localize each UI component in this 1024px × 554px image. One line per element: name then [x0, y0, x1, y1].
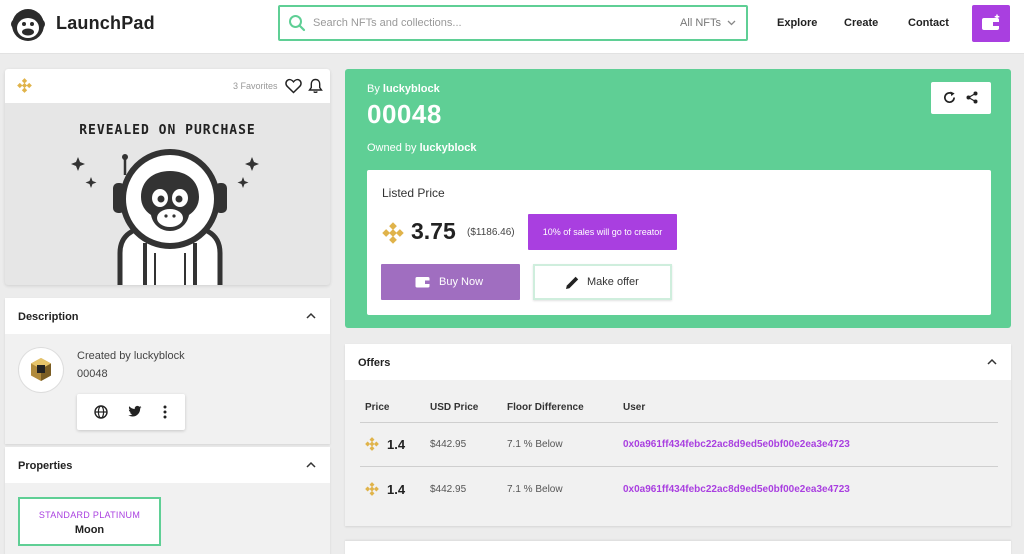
offer-user-link[interactable]: 0x0a961ff434febc22ac8d9ed5e0bf00e2ea3e47…	[623, 484, 850, 495]
connect-wallet-button[interactable]	[972, 5, 1010, 42]
nav-create[interactable]: Create	[844, 17, 878, 29]
royalty-badge: 10% of sales will go to creator	[528, 214, 677, 250]
offers-header[interactable]: Offers	[345, 344, 1011, 380]
property-chip[interactable]: STANDARD PLATINUM Moon	[18, 497, 161, 546]
nft-media-card: 3 Favorites REVEALED ON PURCHASE	[5, 69, 330, 285]
created-by-text: Created by luckyblock	[77, 350, 185, 362]
chevron-up-icon[interactable]	[987, 358, 997, 365]
offers-title: Offers	[358, 357, 391, 369]
offer-floor-difference: 7.1 % Below	[507, 484, 563, 495]
column-price: Price	[365, 402, 390, 413]
share-icon[interactable]	[966, 91, 978, 104]
token-name: 00048	[367, 99, 442, 129]
column-usd-price: USD Price	[430, 402, 479, 413]
column-user: User	[623, 402, 646, 413]
wallet-plus-icon	[982, 14, 1000, 30]
listed-price-usd: ($1186.46)	[467, 227, 515, 238]
refresh-icon[interactable]	[943, 91, 956, 104]
search-icon	[289, 15, 306, 32]
media-toolbar: 3 Favorites	[5, 69, 330, 103]
nft-filter-select[interactable]: All NFTs	[680, 17, 736, 29]
twitter-icon[interactable]	[128, 405, 142, 418]
make-offer-button[interactable]: Make offer	[533, 264, 672, 300]
table-divider	[360, 422, 998, 423]
search-input[interactable]: Search NFTs and collections...	[313, 17, 462, 29]
description-title: Description	[18, 311, 79, 323]
by-prefix: By	[367, 83, 380, 95]
description-panel: Description Created by luckyblock 00048	[5, 298, 330, 444]
offer-user-link[interactable]: 0x0a961ff434febc22ac8d9ed5e0bf00e2ea3e47…	[623, 439, 850, 450]
offer-floor-difference: 7.1 % Below	[507, 439, 563, 450]
offers-panel: Offers Price USD Price Floor Difference …	[345, 344, 1011, 526]
globe-icon[interactable]	[94, 405, 108, 419]
creator-link[interactable]: luckyblock	[383, 83, 440, 95]
properties-panel: Properties STANDARD PLATINUM Moon	[5, 447, 330, 554]
reveal-notice: REVEALED ON PURCHASE	[79, 123, 256, 138]
heart-icon[interactable]	[285, 78, 302, 94]
property-type: STANDARD PLATINUM	[38, 510, 141, 520]
nav-contact[interactable]: Contact	[908, 17, 949, 29]
owner-link[interactable]: luckyblock	[420, 142, 477, 154]
search-bar[interactable]: Search NFTs and collections... All NFTs	[278, 5, 748, 41]
offer-price: 1.4	[387, 482, 406, 497]
item-hero: By luckyblock 00048 Owned by luckyblock …	[345, 69, 1011, 328]
creator-line: By luckyblock	[367, 83, 440, 95]
chevron-up-icon[interactable]	[306, 461, 316, 468]
monkey-logo-icon[interactable]	[10, 7, 46, 43]
bnb-icon	[365, 437, 379, 451]
listing-card: Listed Price 3.75 ($1186.46) 10% of sale…	[367, 170, 991, 315]
wallet-icon	[415, 277, 430, 288]
social-links	[77, 394, 185, 430]
chevron-up-icon[interactable]	[306, 312, 316, 319]
buy-now-label: Buy Now	[439, 276, 484, 288]
offer-usd: $442.95	[430, 484, 467, 495]
nft-filter-label: All NFTs	[680, 17, 721, 29]
bnb-icon	[382, 222, 404, 244]
top-header: LaunchPad Search NFTs and collections...…	[0, 0, 1024, 54]
hero-toolbar	[931, 82, 991, 114]
description-header[interactable]: Description	[5, 298, 330, 334]
bnb-icon	[17, 78, 32, 93]
token-id-text: 00048	[77, 368, 108, 380]
pencil-icon	[566, 276, 579, 289]
offer-price: 1.4	[387, 437, 406, 452]
owner-line: Owned by luckyblock	[367, 142, 476, 154]
chevron-down-icon	[727, 20, 736, 26]
nav-explore[interactable]: Explore	[777, 17, 817, 29]
table-divider	[360, 466, 998, 467]
bell-icon[interactable]	[308, 78, 323, 94]
column-floor-difference: Floor Difference	[507, 402, 584, 413]
nft-image[interactable]: REVEALED ON PURCHASE	[5, 103, 330, 285]
favorites-count: 3 Favorites	[233, 81, 278, 91]
lucky-block-logo-icon	[22, 351, 60, 389]
bnb-icon	[365, 482, 379, 496]
buy-now-button[interactable]: Buy Now	[381, 264, 520, 300]
owned-prefix: Owned by	[367, 142, 417, 154]
listed-price: 3.75	[411, 218, 456, 244]
properties-title: Properties	[18, 460, 73, 472]
next-panel-edge	[345, 541, 1011, 554]
brand-name[interactable]: LaunchPad	[56, 13, 155, 34]
more-vertical-icon[interactable]	[163, 405, 167, 419]
creator-avatar[interactable]	[19, 348, 63, 392]
offer-usd: $442.95	[430, 439, 467, 450]
property-value: Moon	[74, 524, 105, 536]
properties-header[interactable]: Properties	[5, 447, 330, 483]
listed-price-label: Listed Price	[382, 186, 445, 200]
make-offer-label: Make offer	[587, 276, 639, 288]
